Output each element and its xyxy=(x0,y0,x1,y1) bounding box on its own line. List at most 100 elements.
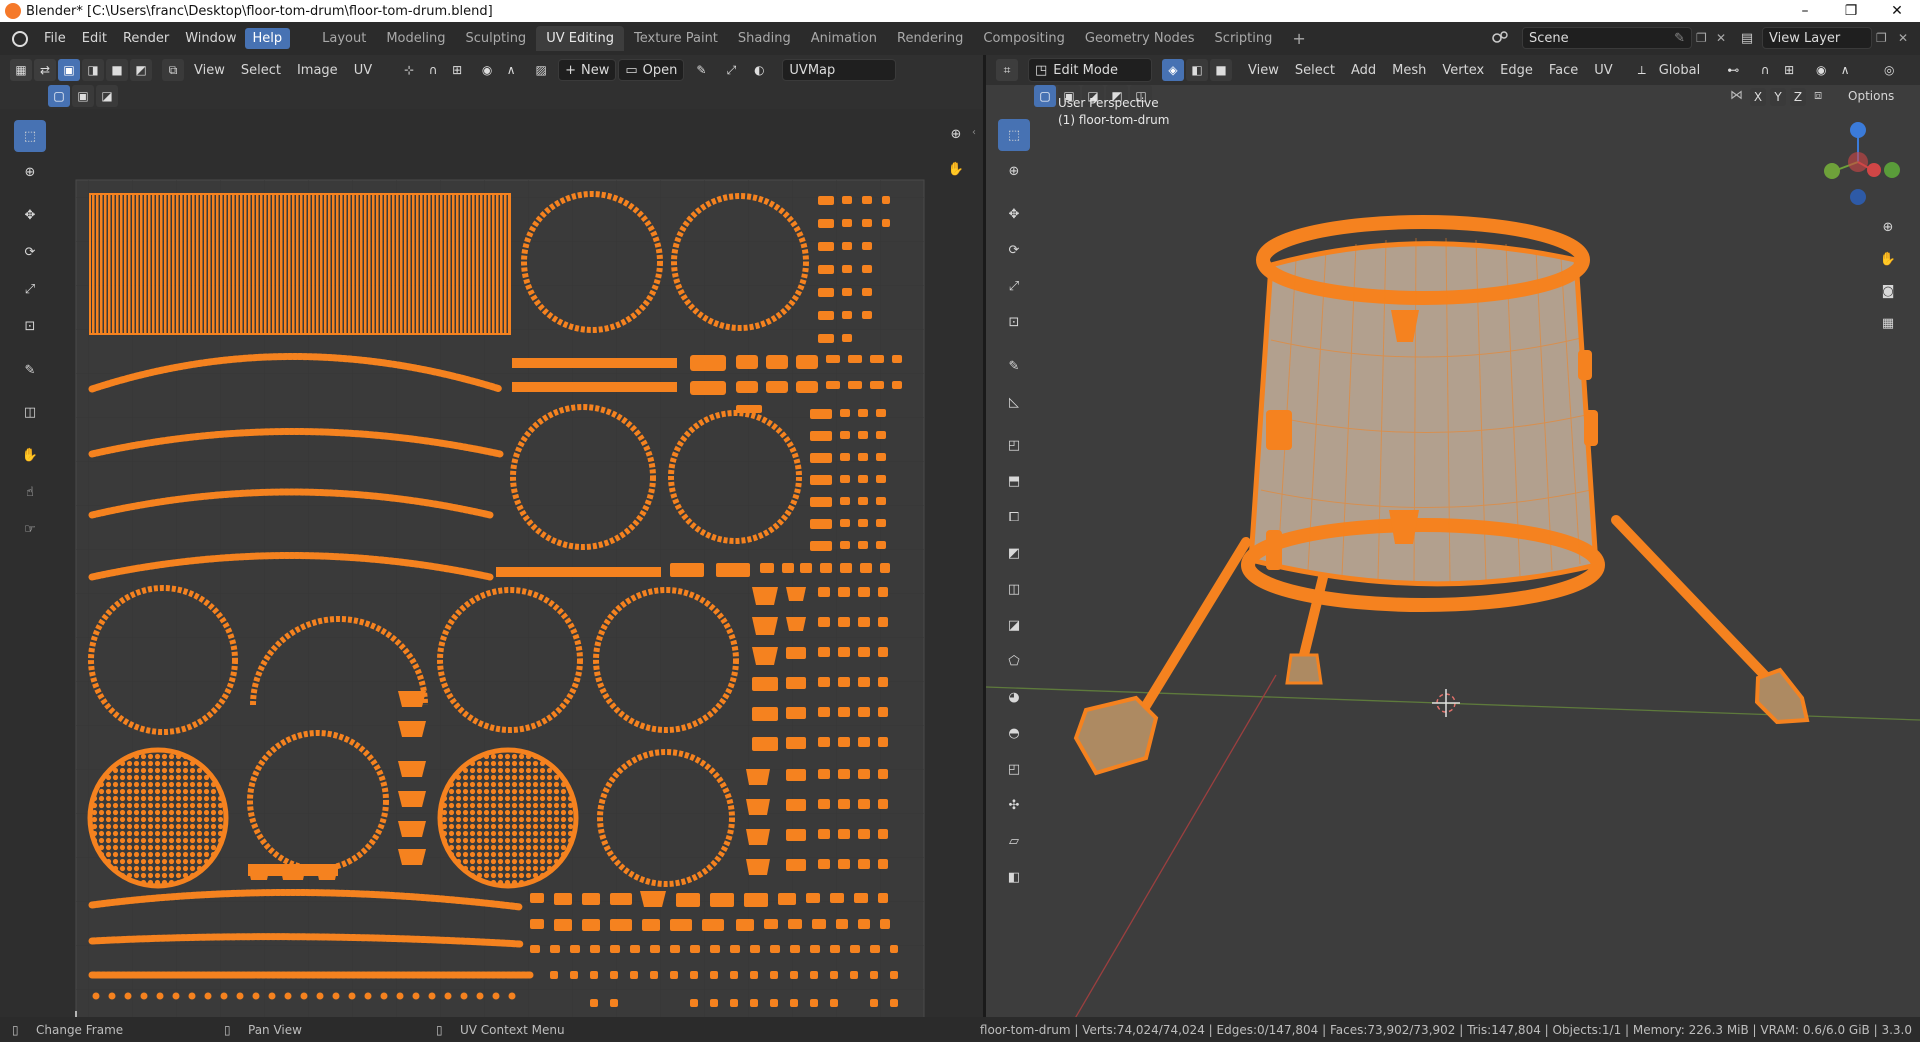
annotate-tool-icon[interactable]: ✎ xyxy=(14,354,46,386)
move-tool-icon[interactable]: ✥ xyxy=(14,199,46,231)
uvmap-field[interactable]: UVMap xyxy=(782,59,897,81)
vp-select-box-tool-icon[interactable]: ⬚ xyxy=(998,119,1030,151)
vp-edge-slide-tool-icon[interactable]: ◰ xyxy=(998,753,1030,785)
vp-select-new-icon[interactable]: ▢ xyxy=(1034,85,1056,107)
vp-rip-tool-icon[interactable]: ◧ xyxy=(998,861,1030,893)
edge-mode-icon[interactable]: ◧ xyxy=(1186,59,1208,81)
vp-measure-tool-icon[interactable]: ◺ xyxy=(998,386,1030,418)
vp-zoom-icon[interactable]: ⊕ xyxy=(1874,213,1902,241)
uv-menu-select[interactable]: Select xyxy=(233,63,289,78)
camera-view-icon[interactable]: ◙ xyxy=(1874,277,1902,305)
new-view-layer-icon[interactable]: ❐ xyxy=(1876,31,1887,45)
tab-layout[interactable]: Layout xyxy=(312,26,376,51)
open-image-button[interactable]: ▭ Open xyxy=(618,59,685,81)
vp-menu-face[interactable]: Face xyxy=(1541,63,1586,78)
rip-region-tool-icon[interactable]: ◫ xyxy=(14,396,46,428)
vp-shrink-fatten-tool-icon[interactable]: ✣ xyxy=(998,789,1030,821)
snapping-icon[interactable]: ∩ xyxy=(1754,59,1776,81)
island-select-mode-icon[interactable]: ◩ xyxy=(130,59,152,81)
sync-selection-icon[interactable]: ⇄ xyxy=(34,59,56,81)
falloff-icon[interactable]: ∧ xyxy=(500,59,522,81)
uv-canvas[interactable] xyxy=(0,109,983,1017)
orientation-label[interactable]: Global xyxy=(1655,63,1704,78)
select-box-tool-icon[interactable]: ⬚ xyxy=(14,120,46,152)
tab-geometry-nodes[interactable]: Geometry Nodes xyxy=(1075,26,1205,51)
vp-add-cube-tool-icon[interactable]: ◰ xyxy=(998,429,1030,461)
proportional-edit-icon[interactable]: ◉ xyxy=(476,59,498,81)
orientation-icon[interactable]: ⟂ xyxy=(1631,59,1653,81)
uv-menu-view[interactable]: View xyxy=(186,63,233,78)
pinch-tool-icon[interactable]: ☞ xyxy=(14,513,46,545)
view-layer-field[interactable]: View Layer xyxy=(1762,27,1872,49)
minimize-button[interactable]: – xyxy=(1782,0,1828,22)
snap-increment-icon[interactable]: ⊞ xyxy=(1778,59,1800,81)
editor-type-icon[interactable]: ▦ xyxy=(10,59,32,81)
restore-button[interactable]: ❐ xyxy=(1828,0,1874,22)
tab-sculpting[interactable]: Sculpting xyxy=(455,26,536,51)
select-new-icon[interactable]: ▢ xyxy=(48,85,70,107)
mirror-x-button[interactable]: X xyxy=(1750,88,1766,106)
transform-tool-icon[interactable]: ⊡ xyxy=(14,310,46,342)
tab-compositing[interactable]: Compositing xyxy=(973,26,1075,51)
vp-rotate-tool-icon[interactable]: ⟳ xyxy=(998,234,1030,266)
new-scene-icon[interactable]: ❐ xyxy=(1696,31,1707,45)
delete-scene-icon[interactable]: ✕ xyxy=(1716,31,1726,45)
tab-animation[interactable]: Animation xyxy=(801,26,887,51)
rotate-tool-icon[interactable]: ⟳ xyxy=(14,236,46,268)
menu-edit[interactable]: Edit xyxy=(74,31,115,46)
grab-tool-icon[interactable]: ✋ xyxy=(14,439,46,471)
tab-texture-paint[interactable]: Texture Paint xyxy=(624,26,728,51)
visibility-icon[interactable]: ◎ xyxy=(1878,59,1900,81)
scale-tool-icon[interactable]: ⤢ xyxy=(14,273,46,305)
scene-name-field[interactable]: Scene ✎ xyxy=(1522,27,1692,49)
vp-spin-tool-icon[interactable]: ◕ xyxy=(998,681,1030,713)
mirror-z-button[interactable]: Z xyxy=(1790,88,1806,106)
tab-uv-editing[interactable]: UV Editing xyxy=(536,26,625,51)
vp-bevel-tool-icon[interactable]: ◩ xyxy=(998,537,1030,569)
options-menu[interactable]: Options xyxy=(1848,89,1894,103)
add-workspace-button[interactable]: + xyxy=(1282,24,1315,53)
vp-pan-icon[interactable]: ✋ xyxy=(1874,245,1902,273)
vp-menu-view[interactable]: View xyxy=(1240,63,1287,78)
pin-icon[interactable]: ✎ xyxy=(1674,31,1685,46)
sticky-selection-icon[interactable]: ⧉ xyxy=(162,59,184,81)
new-image-button[interactable]: + New xyxy=(558,59,617,81)
vp-menu-mesh[interactable]: Mesh xyxy=(1384,63,1434,78)
vp-move-tool-icon[interactable]: ✥ xyxy=(998,198,1030,230)
vertex-mode-icon[interactable]: ◈ xyxy=(1162,59,1184,81)
tab-rendering[interactable]: Rendering xyxy=(887,26,973,51)
vp-shear-tool-icon[interactable]: ▱ xyxy=(998,825,1030,857)
select-extend-icon[interactable]: ▣ xyxy=(72,85,94,107)
zoom-view-icon[interactable]: ⊕ xyxy=(942,120,970,148)
mirror-y-button[interactable]: Y xyxy=(1770,88,1786,106)
ortho-perspective-icon[interactable]: ▦ xyxy=(1874,309,1902,337)
image-browse-icon[interactable]: ▨ xyxy=(530,59,552,81)
select-subtract-icon[interactable]: ◪ xyxy=(96,85,118,107)
vp-menu-uv[interactable]: UV xyxy=(1586,63,1620,78)
menu-window[interactable]: Window xyxy=(177,31,244,46)
proportional-icon[interactable]: ◉ xyxy=(1810,59,1832,81)
mode-selector[interactable]: ◳ Edit Mode xyxy=(1028,58,1152,82)
menu-file[interactable]: File xyxy=(36,31,74,46)
face-mode-icon[interactable]: ■ xyxy=(1210,59,1232,81)
blender-menu-icon[interactable] xyxy=(12,30,28,47)
vp-cursor-tool-icon[interactable]: ⊕ xyxy=(998,155,1030,187)
uv-menu-uv[interactable]: UV xyxy=(346,63,380,78)
overlays-icon[interactable]: ◐ xyxy=(748,59,770,81)
vp-poly-build-tool-icon[interactable]: ⬠ xyxy=(998,645,1030,677)
snap-target-icon[interactable]: ⊞ xyxy=(446,59,468,81)
view-layer-icon[interactable]: ▤ xyxy=(1738,29,1756,47)
face-select-mode-icon[interactable]: ■ xyxy=(106,59,128,81)
viewport-editor-type-icon[interactable]: ⌗ xyxy=(996,59,1018,81)
uv-menu-image[interactable]: Image xyxy=(289,63,346,78)
vp-knife-tool-icon[interactable]: ◪ xyxy=(998,609,1030,641)
vp-menu-vertex[interactable]: Vertex xyxy=(1434,63,1492,78)
close-button[interactable]: ✕ xyxy=(1874,0,1920,22)
pin-image-icon[interactable]: ✎ xyxy=(690,59,712,81)
relax-tool-icon[interactable]: ☝ xyxy=(14,476,46,508)
vp-smooth-tool-icon[interactable]: ◓ xyxy=(998,717,1030,749)
tab-shading[interactable]: Shading xyxy=(728,26,801,51)
edge-select-mode-icon[interactable]: ◨ xyxy=(82,59,104,81)
snap-icon[interactable]: ∩ xyxy=(422,59,444,81)
sidebar-toggle-icon[interactable]: ‹ xyxy=(972,127,976,138)
